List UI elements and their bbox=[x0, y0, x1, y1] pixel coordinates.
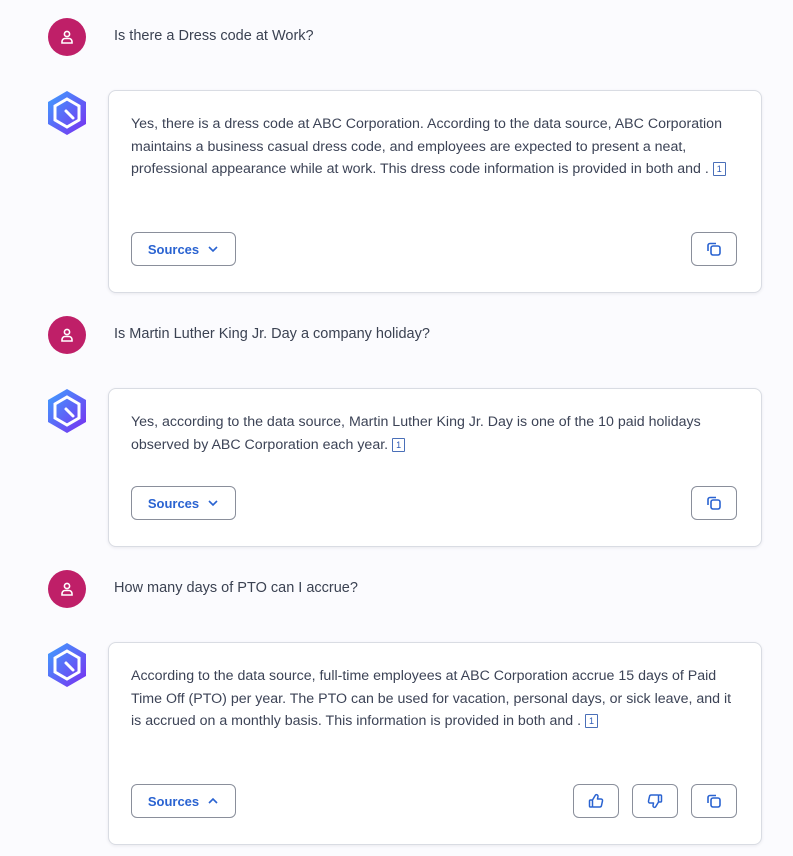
chevron-up-icon bbox=[208, 797, 218, 804]
user-icon bbox=[61, 30, 73, 44]
assistant-response-card: Yes, according to the data source, Marti… bbox=[108, 388, 762, 547]
user-question: Is there a Dress code at Work? bbox=[114, 28, 314, 44]
citation-badge[interactable]: 1 bbox=[392, 437, 406, 452]
copy-button[interactable] bbox=[691, 232, 737, 266]
thumbs-up-icon bbox=[588, 793, 604, 808]
user-icon bbox=[61, 582, 73, 596]
user-avatar bbox=[48, 316, 86, 354]
thumbs-up-button[interactable] bbox=[573, 784, 619, 818]
assistant-answer: According to the data source, full-time … bbox=[131, 668, 732, 729]
assistant-answer: Yes, according to the data source, Marti… bbox=[131, 414, 701, 453]
copy-button[interactable] bbox=[691, 784, 737, 818]
copy-icon bbox=[707, 496, 721, 510]
copy-icon bbox=[707, 794, 721, 808]
user-icon bbox=[61, 328, 73, 342]
thumbs-down-button[interactable] bbox=[632, 784, 678, 818]
chevron-down-icon bbox=[208, 246, 218, 253]
assistant-logo-icon bbox=[48, 643, 86, 687]
user-message: Is Martin Luther King Jr. Day a company … bbox=[0, 316, 793, 356]
copy-button[interactable] bbox=[691, 486, 737, 520]
assistant-response-card: According to the data source, full-time … bbox=[108, 642, 762, 845]
user-question: Is Martin Luther King Jr. Day a company … bbox=[114, 326, 430, 342]
copy-icon bbox=[707, 242, 721, 256]
sources-button[interactable]: Sources bbox=[131, 486, 236, 520]
sources-button[interactable]: Sources bbox=[131, 232, 236, 266]
user-question: How many days of PTO can I accrue? bbox=[114, 580, 358, 596]
assistant-answer: Yes, there is a dress code at ABC Corpor… bbox=[131, 113, 733, 181]
sources-button[interactable]: Sources bbox=[131, 784, 236, 818]
thumbs-down-icon bbox=[647, 794, 663, 809]
assistant-response-card: Yes, there is a dress code at ABC Corpor… bbox=[108, 90, 762, 293]
user-message: Is there a Dress code at Work? bbox=[0, 18, 793, 58]
assistant-logo-icon bbox=[48, 91, 86, 135]
user-avatar bbox=[48, 570, 86, 608]
citation-badge[interactable]: 1 bbox=[585, 714, 599, 728]
chevron-down-icon bbox=[208, 500, 218, 507]
user-avatar bbox=[48, 18, 86, 56]
user-message: How many days of PTO can I accrue? bbox=[0, 570, 793, 610]
citation-badge[interactable]: 1 bbox=[712, 162, 726, 176]
assistant-logo-icon bbox=[48, 389, 86, 433]
